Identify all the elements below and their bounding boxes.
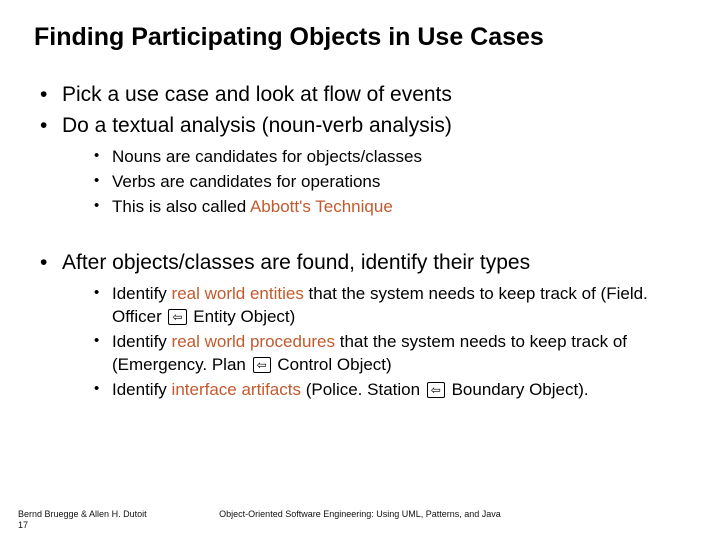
arrow-icon: ⇦ [253, 357, 271, 373]
text: Entity Object) [189, 307, 296, 326]
sub-list: Nouns are candidates for objects/classes… [62, 146, 686, 219]
sub-list: Identify real world entities that the sy… [62, 283, 686, 402]
footer-page: 17 [18, 520, 28, 530]
bullet-pick-use-case: Pick a use case and look at flow of even… [36, 81, 686, 109]
text: Identify [112, 332, 172, 351]
bullet-text: This is also called [112, 197, 250, 216]
spacer [36, 221, 686, 247]
accent-text: real world procedures [172, 332, 335, 351]
sub-procedures: Identify real world procedures that the … [92, 331, 686, 377]
text: Identify [112, 284, 172, 303]
bullet-text: Pick a use case and look at flow of even… [62, 83, 452, 106]
slide: Finding Participating Objects in Use Cas… [0, 0, 720, 540]
accent-text: real world entities [172, 284, 304, 303]
text: Boundary Object). [447, 380, 589, 399]
bullet-list: Pick a use case and look at flow of even… [34, 81, 686, 402]
accent-text: interface artifacts [172, 380, 301, 399]
sub-artifacts: Identify interface artifacts (Police. St… [92, 379, 686, 402]
bullet-text: Verbs are candidates for operations [112, 172, 380, 191]
sub-verbs: Verbs are candidates for operations [92, 171, 686, 194]
slide-title: Finding Participating Objects in Use Cas… [34, 22, 686, 53]
accent-text: Abbott's Technique [250, 197, 393, 216]
arrow-icon: ⇦ [168, 309, 186, 325]
sub-nouns: Nouns are candidates for objects/classes [92, 146, 686, 169]
footer: Bernd Bruegge & Allen H. Dutoit 17 Objec… [18, 509, 702, 532]
text: Control Object) [273, 355, 392, 374]
bullet-after-objects: After objects/classes are found, identif… [36, 249, 686, 402]
text: (Police. Station [301, 380, 425, 399]
text: Identify [112, 380, 172, 399]
bullet-text: Nouns are candidates for objects/classes [112, 147, 422, 166]
footer-book: Object-Oriented Software Engineering: Us… [18, 509, 702, 519]
arrow-icon: ⇦ [427, 382, 445, 398]
sub-abbott: This is also called Abbott's Technique [92, 196, 686, 219]
bullet-textual-analysis: Do a textual analysis (noun-verb analysi… [36, 112, 686, 219]
sub-entities: Identify real world entities that the sy… [92, 283, 686, 329]
bullet-text: Do a textual analysis (noun-verb analysi… [62, 114, 452, 137]
bullet-text: After objects/classes are found, identif… [62, 251, 530, 274]
